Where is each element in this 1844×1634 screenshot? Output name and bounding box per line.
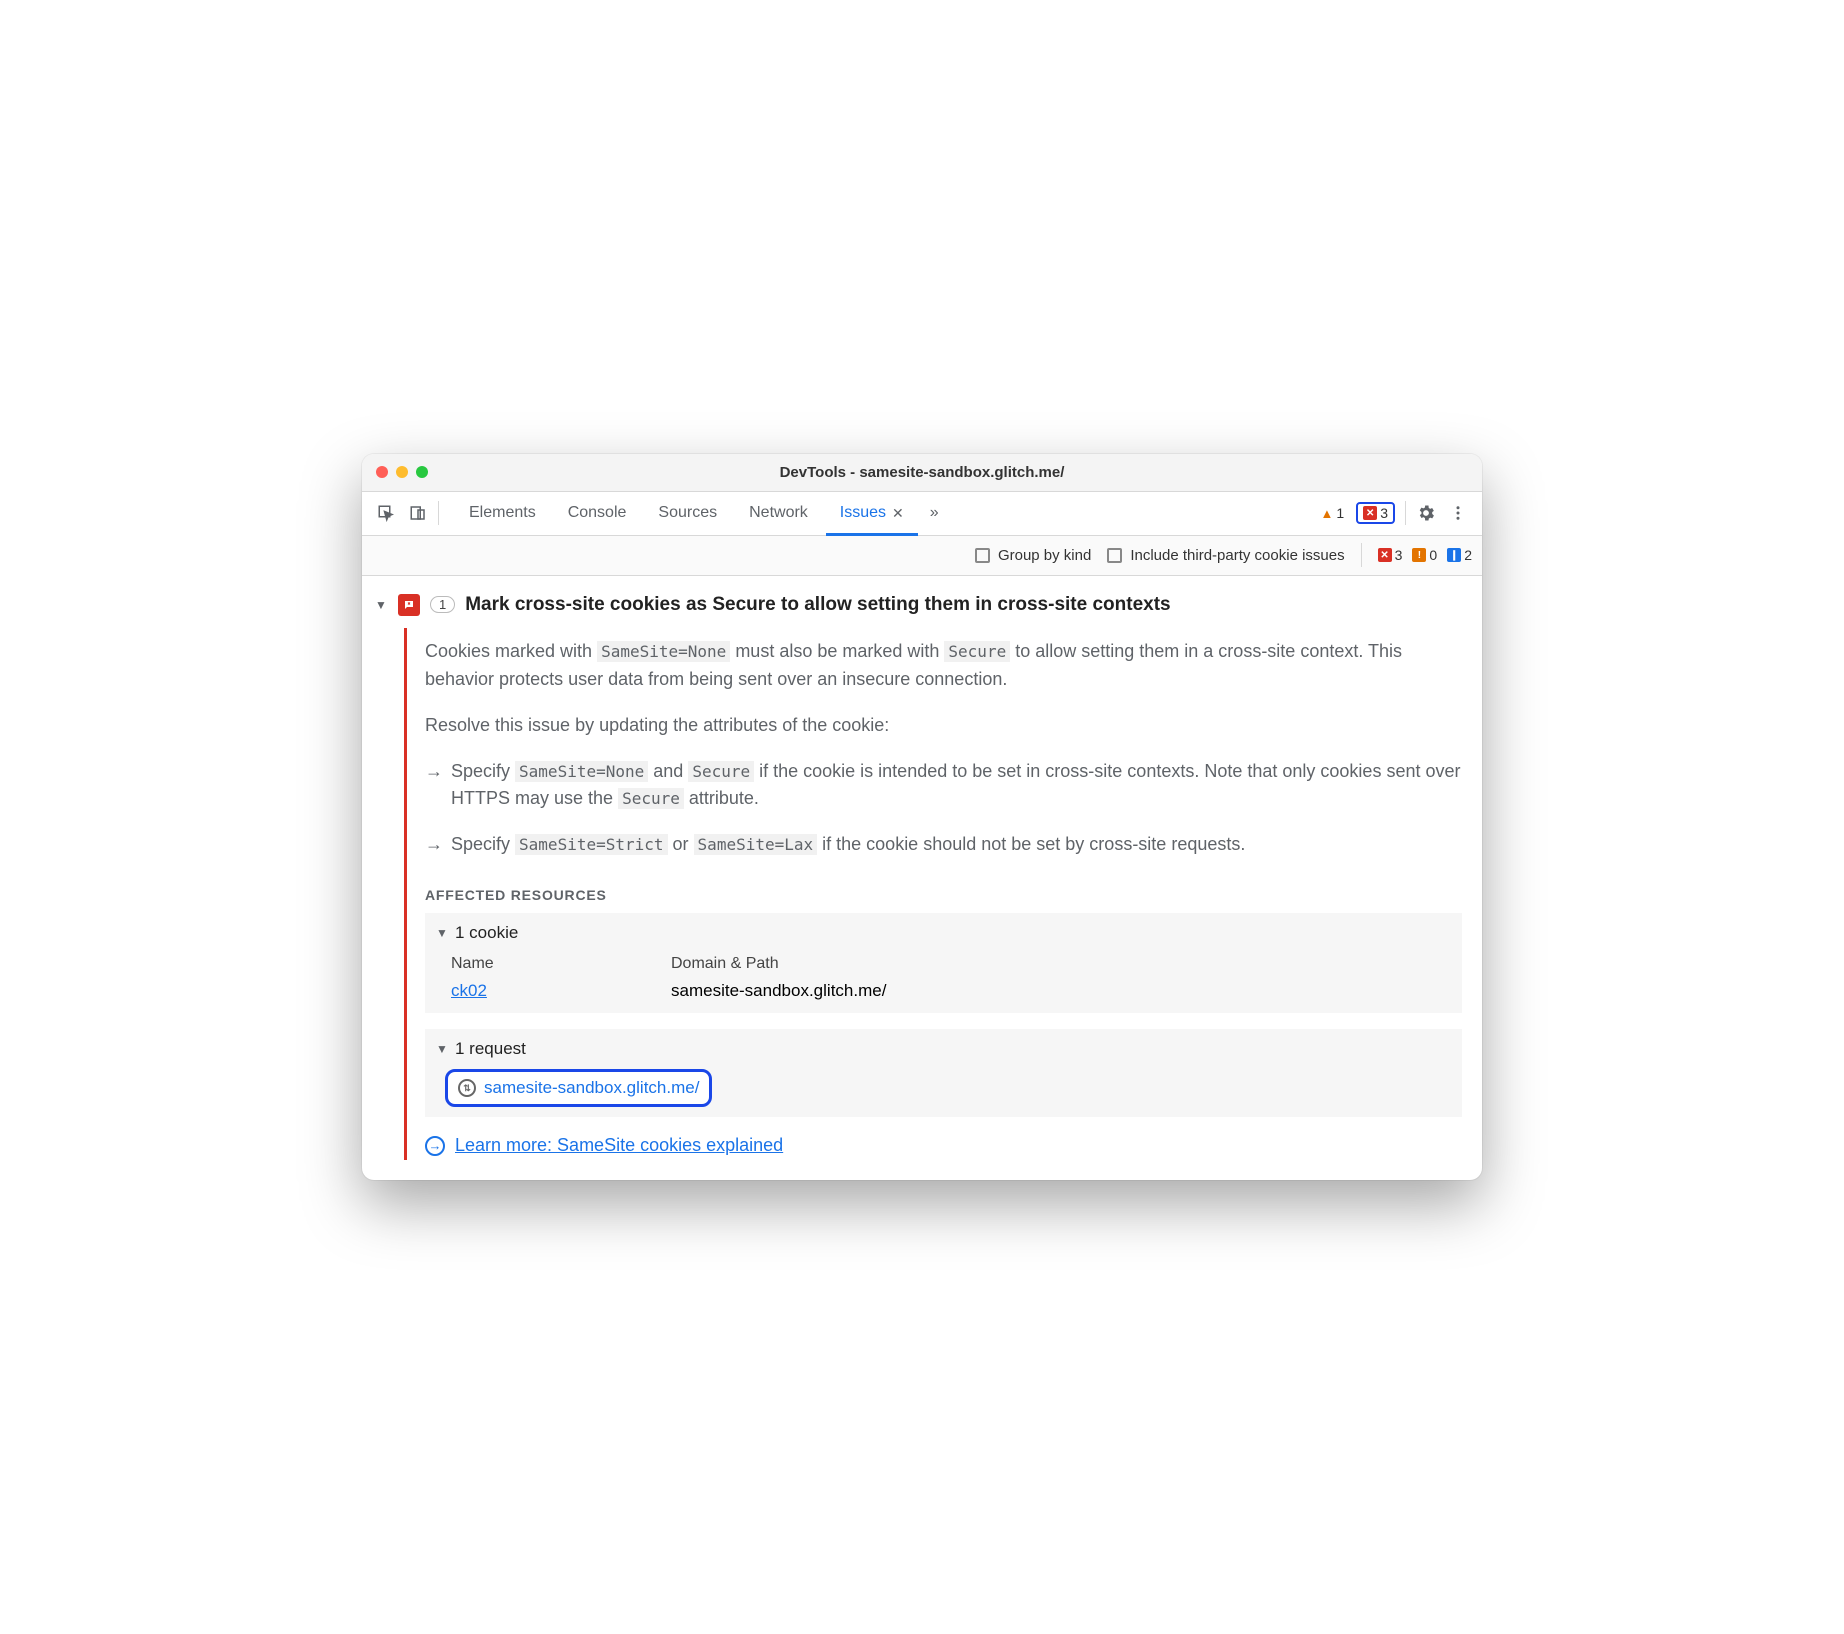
more-icon[interactable]: [1442, 497, 1474, 529]
warning-icon: ▲: [1321, 506, 1334, 521]
tab-network[interactable]: Network: [735, 492, 822, 535]
code: SameSite=Strict: [515, 834, 668, 855]
arrow-icon: →: [425, 831, 443, 859]
expand-icon[interactable]: ▼: [374, 598, 388, 612]
text: must also be marked with: [730, 641, 944, 661]
text: Cookies marked with: [425, 641, 597, 661]
text: Resolve this issue by updating the attri…: [425, 712, 1462, 740]
request-icon: ⇅: [458, 1079, 476, 1097]
tab-overflow-icon[interactable]: »: [922, 492, 947, 535]
counter-info[interactable]: ❙ 2: [1447, 547, 1472, 563]
issue-description: Cookies marked with SameSite=None must a…: [425, 638, 1462, 859]
cookies-count-label: 1 cookie: [455, 923, 518, 943]
inspect-icon[interactable]: [370, 497, 402, 529]
affected-resources-heading: AFFECTED RESOURCES: [425, 887, 1462, 903]
cookie-name-link[interactable]: ck02: [451, 981, 487, 1000]
tab-console[interactable]: Console: [554, 492, 641, 535]
checkbox-icon: [975, 548, 990, 563]
window-maximize[interactable]: [416, 466, 428, 478]
thirdparty-label: Include third-party cookie issues: [1130, 547, 1344, 564]
traffic-lights: [362, 466, 442, 478]
counter-warn-value: 0: [1429, 547, 1437, 563]
tab-issues-label: Issues: [840, 504, 886, 522]
learn-more-link[interactable]: → Learn more: SameSite cookies explained: [425, 1135, 1462, 1156]
cookies-block: ▼ 1 cookie Name Domain & Path ck02 sames…: [425, 913, 1462, 1013]
table-row: ck02 samesite-sandbox.glitch.me/: [451, 977, 1452, 1005]
code: Secure: [944, 641, 1010, 662]
external-link-icon: →: [425, 1136, 445, 1156]
issues-content: ▼ 1 Mark cross-site cookies as Secure to…: [362, 576, 1482, 1180]
issue-title: Mark cross-site cookies as Secure to all…: [465, 594, 1170, 616]
request-link[interactable]: ⇅ samesite-sandbox.glitch.me/: [445, 1069, 712, 1107]
code: SameSite=None: [597, 641, 730, 662]
toolbar-badges: ▲ 1 ✕ 3: [1315, 502, 1401, 524]
code: SameSite=None: [515, 761, 648, 782]
cookie-table: Name Domain & Path ck02 samesite-sandbox…: [451, 951, 1452, 1005]
warning-count: 1: [1336, 505, 1344, 521]
separator: [1405, 501, 1406, 525]
group-by-kind-label: Group by kind: [998, 547, 1091, 564]
code: Secure: [688, 761, 754, 782]
info-icon: ❙: [1447, 548, 1461, 562]
requests-block: ▼ 1 request ⇅ samesite-sandbox.glitch.me…: [425, 1029, 1462, 1117]
device-toggle-icon[interactable]: [402, 497, 434, 529]
text: if the cookie should not be set by cross…: [817, 834, 1245, 854]
tab-issues[interactable]: Issues ✕: [826, 492, 918, 535]
thirdparty-checkbox[interactable]: Include third-party cookie issues: [1107, 547, 1344, 564]
tab-sources[interactable]: Sources: [644, 492, 731, 535]
error-icon: ✕: [1363, 506, 1377, 520]
error-count: 3: [1380, 505, 1388, 521]
group-by-kind-checkbox[interactable]: Group by kind: [975, 547, 1091, 564]
panel-tabs: Elements Console Sources Network Issues …: [455, 492, 947, 535]
main-toolbar: Elements Console Sources Network Issues …: [362, 492, 1482, 536]
checkbox-icon: [1107, 548, 1122, 563]
error-icon: ✕: [1378, 548, 1392, 562]
col-name: Name: [451, 955, 671, 973]
error-badge[interactable]: ✕ 3: [1356, 502, 1395, 524]
text: or: [668, 834, 694, 854]
code: Secure: [618, 788, 684, 809]
counter-error[interactable]: ✕ 3: [1378, 547, 1403, 563]
issue-kind-icon: [398, 594, 420, 616]
counter-error-value: 3: [1395, 547, 1403, 563]
request-url: samesite-sandbox.glitch.me/: [484, 1078, 699, 1098]
col-domain: Domain & Path: [671, 955, 779, 973]
text: and: [648, 761, 688, 781]
warning-badge[interactable]: ▲ 1: [1315, 503, 1351, 523]
counter-info-value: 2: [1464, 547, 1472, 563]
issue-counters: ✕ 3 ! 0 ❙ 2: [1361, 543, 1472, 567]
issue-body: Cookies marked with SameSite=None must a…: [404, 628, 1474, 1160]
issue-header[interactable]: ▼ 1 Mark cross-site cookies as Secure to…: [370, 588, 1474, 620]
tab-close-icon[interactable]: ✕: [892, 505, 904, 522]
text: Specify: [451, 761, 515, 781]
separator: [438, 501, 439, 525]
settings-icon[interactable]: [1410, 497, 1442, 529]
cookies-header[interactable]: ▼ 1 cookie: [435, 919, 1452, 947]
window-title: DevTools - samesite-sandbox.glitch.me/: [780, 464, 1065, 481]
text: attribute.: [684, 788, 759, 808]
window-minimize[interactable]: [396, 466, 408, 478]
window-close[interactable]: [376, 466, 388, 478]
cookie-domain: samesite-sandbox.glitch.me/: [671, 981, 886, 1001]
text: Specify: [451, 834, 515, 854]
expand-icon[interactable]: ▼: [435, 1042, 449, 1056]
warn-icon: !: [1412, 548, 1426, 562]
tab-elements[interactable]: Elements: [455, 492, 550, 535]
counter-warn[interactable]: ! 0: [1412, 547, 1437, 563]
titlebar: DevTools - samesite-sandbox.glitch.me/: [362, 454, 1482, 492]
requests-header[interactable]: ▼ 1 request: [435, 1035, 1452, 1063]
issue-count-pill: 1: [430, 596, 455, 613]
code: SameSite=Lax: [694, 834, 818, 855]
expand-icon[interactable]: ▼: [435, 926, 449, 940]
devtools-window: DevTools - samesite-sandbox.glitch.me/ E…: [362, 454, 1482, 1180]
issues-subbar: Group by kind Include third-party cookie…: [362, 536, 1482, 576]
arrow-icon: →: [425, 758, 443, 814]
learn-more-label: Learn more: SameSite cookies explained: [455, 1135, 783, 1156]
requests-count-label: 1 request: [455, 1039, 526, 1059]
